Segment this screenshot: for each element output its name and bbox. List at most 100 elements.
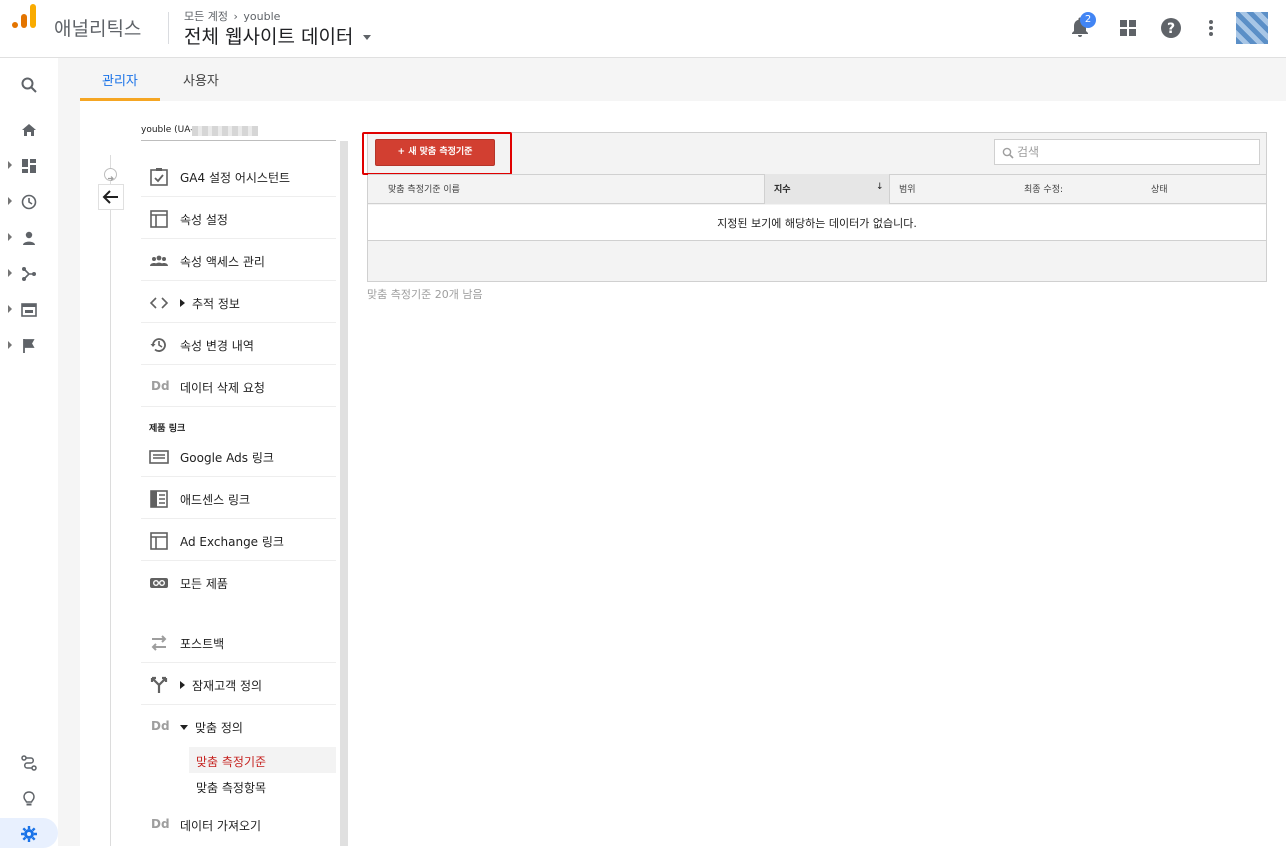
column-header-index[interactable]: 지수 — [774, 182, 791, 195]
rail-discover[interactable] — [0, 784, 58, 814]
menu-item-ga4-setup[interactable]: GA4 설정 어시스턴트 — [141, 155, 336, 197]
brand-name[interactable]: 애널리틱스 — [54, 14, 141, 41]
rail-behavior[interactable] — [0, 295, 58, 325]
swap-icon — [151, 635, 167, 651]
column-header-name[interactable]: 맞춤 측정기준 이름 — [388, 182, 460, 195]
expand-arrow-icon — [8, 161, 12, 169]
clock-icon[interactable] — [21, 194, 37, 210]
rail-conversions[interactable] — [0, 331, 58, 361]
menu-item-tracking-info[interactable]: 추적 정보 — [141, 281, 336, 323]
column-header-last-modified[interactable]: 최종 수정: — [1024, 182, 1063, 195]
code-icon — [149, 297, 169, 309]
highlight-box — [362, 132, 512, 175]
chevron-down-icon[interactable] — [363, 35, 372, 40]
menu-item-label: 모든 제품 — [180, 577, 228, 591]
menu-item-label: 데이터 삭제 요청 — [180, 381, 265, 395]
menu-item-label: 추적 정보 — [192, 297, 240, 311]
dd-icon: Dd — [151, 817, 170, 831]
sub-item-custom-dimensions[interactable]: 맞춤 측정기준 — [189, 747, 336, 773]
rail-admin[interactable] — [0, 818, 58, 848]
expand-arrow-icon — [8, 341, 12, 349]
path-icon[interactable] — [21, 755, 37, 771]
sub-item-custom-metrics[interactable]: 맞춤 측정항목 — [189, 773, 336, 799]
brand-divider — [168, 12, 169, 44]
top-header: 애널리틱스 모든 계정 › youble 전체 웹사이트 데이터 2 ? — [0, 0, 1286, 58]
arrow-left-icon[interactable] — [99, 185, 123, 209]
caret-right-icon — [180, 299, 185, 307]
apps-grid-icon[interactable] — [1116, 16, 1140, 40]
menu-item-label: 데이터 가져오기 — [180, 819, 262, 833]
rail-search[interactable] — [0, 70, 58, 100]
gear-icon[interactable] — [21, 826, 37, 842]
acquisition-icon[interactable] — [21, 266, 37, 282]
menu-item-all-products[interactable]: 모든 제품 — [141, 561, 336, 603]
sub-item-label: 맞춤 측정항목 — [196, 781, 267, 795]
notification-badge: 2 — [1080, 12, 1096, 28]
svg-text:?: ? — [1167, 21, 1175, 37]
menu-item-access-management[interactable]: 속성 액세스 관리 — [141, 239, 336, 281]
rail-audience[interactable] — [0, 223, 58, 253]
dd-icon: Dd — [151, 719, 170, 733]
lightbulb-icon[interactable] — [21, 791, 37, 807]
menu-item-data-import[interactable]: Dd 데이터 가져오기 — [141, 803, 336, 845]
collapse-toggle-icon[interactable] — [104, 168, 117, 181]
menu-item-postbacks[interactable]: 포스트백 — [141, 621, 336, 663]
help-icon[interactable]: ? — [1159, 16, 1183, 40]
menu-item-custom-definitions[interactable]: Dd 맞춤 정의 — [141, 705, 336, 747]
person-icon[interactable] — [21, 230, 37, 246]
sort-arrow-icon[interactable]: ↓ — [876, 182, 884, 192]
more-vert-icon[interactable] — [1199, 16, 1223, 40]
avatar[interactable] — [1236, 12, 1268, 44]
menu-item-audience-definitions[interactable]: 잠재고객 정의 — [141, 663, 336, 705]
link-icon — [150, 578, 168, 588]
back-arrow-button[interactable] — [98, 184, 124, 210]
rail-customization[interactable] — [0, 151, 58, 181]
analytics-logo-icon[interactable] — [12, 4, 38, 44]
rail-attribution[interactable] — [0, 748, 58, 778]
tab-admin[interactable]: 관리자 — [102, 70, 138, 89]
column-header-scope[interactable]: 범위 — [899, 182, 916, 195]
flag-icon[interactable] — [21, 338, 37, 354]
menu-item-label: Ad Exchange 링크 — [180, 535, 284, 549]
dashboard-icon[interactable] — [21, 158, 37, 174]
home-icon[interactable] — [21, 122, 37, 138]
behavior-icon[interactable] — [21, 302, 37, 318]
rail-acquisition[interactable] — [0, 259, 58, 289]
tab-user[interactable]: 사용자 — [183, 70, 219, 89]
menu-item-change-history[interactable]: 속성 변경 내역 — [141, 323, 336, 365]
menu-item-adsense-links[interactable]: 애드센스 링크 — [141, 477, 336, 519]
menu-item-google-ads-links[interactable]: Google Ads 링크 — [141, 435, 336, 477]
view-selector[interactable]: 전체 웹사이트 데이터 — [184, 22, 372, 49]
column-connector-line — [110, 155, 111, 846]
remaining-count-text: 맞춤 측정기준 20개 남음 — [367, 288, 483, 301]
view-title[interactable]: 전체 웹사이트 데이터 — [184, 26, 353, 48]
menu-item-label: 속성 설정 — [180, 213, 228, 227]
rail-realtime[interactable] — [0, 187, 58, 217]
adexchange-icon — [150, 532, 168, 550]
menu-item-property-settings[interactable]: 속성 설정 — [141, 197, 336, 239]
expand-arrow-icon — [8, 197, 12, 205]
menu-item-adexchange-links[interactable]: Ad Exchange 링크 — [141, 519, 336, 561]
redacted-property-id — [192, 126, 258, 136]
fork-icon — [150, 676, 168, 693]
property-title[interactable]: youble (UA- — [141, 125, 193, 135]
people-icon — [150, 255, 168, 266]
expand-arrow-icon — [8, 269, 12, 277]
dd-icon: Dd — [151, 379, 170, 393]
menu-item-data-deletion[interactable]: Dd 데이터 삭제 요청 — [141, 365, 336, 407]
scrollbar-track[interactable] — [340, 141, 348, 846]
table-body: 지정된 보기에 해당하는 데이터가 없습니다. — [368, 205, 1266, 241]
rail-home[interactable] — [0, 115, 58, 145]
search-input[interactable] — [1017, 143, 1247, 161]
section-label-product-links: 제품 링크 — [149, 424, 186, 434]
expand-arrow-icon — [8, 233, 12, 241]
ads-icon — [149, 450, 169, 464]
menu-item-label: 포스트백 — [180, 637, 225, 651]
checklist-icon — [150, 168, 168, 186]
menu-item-label: Google Ads 링크 — [180, 451, 274, 465]
search-icon[interactable] — [21, 77, 37, 93]
search-field[interactable] — [994, 139, 1260, 165]
caret-right-icon — [180, 681, 185, 689]
column-header-status[interactable]: 상태 — [1151, 182, 1168, 195]
notifications-bell-icon[interactable]: 2 — [1068, 12, 1096, 40]
